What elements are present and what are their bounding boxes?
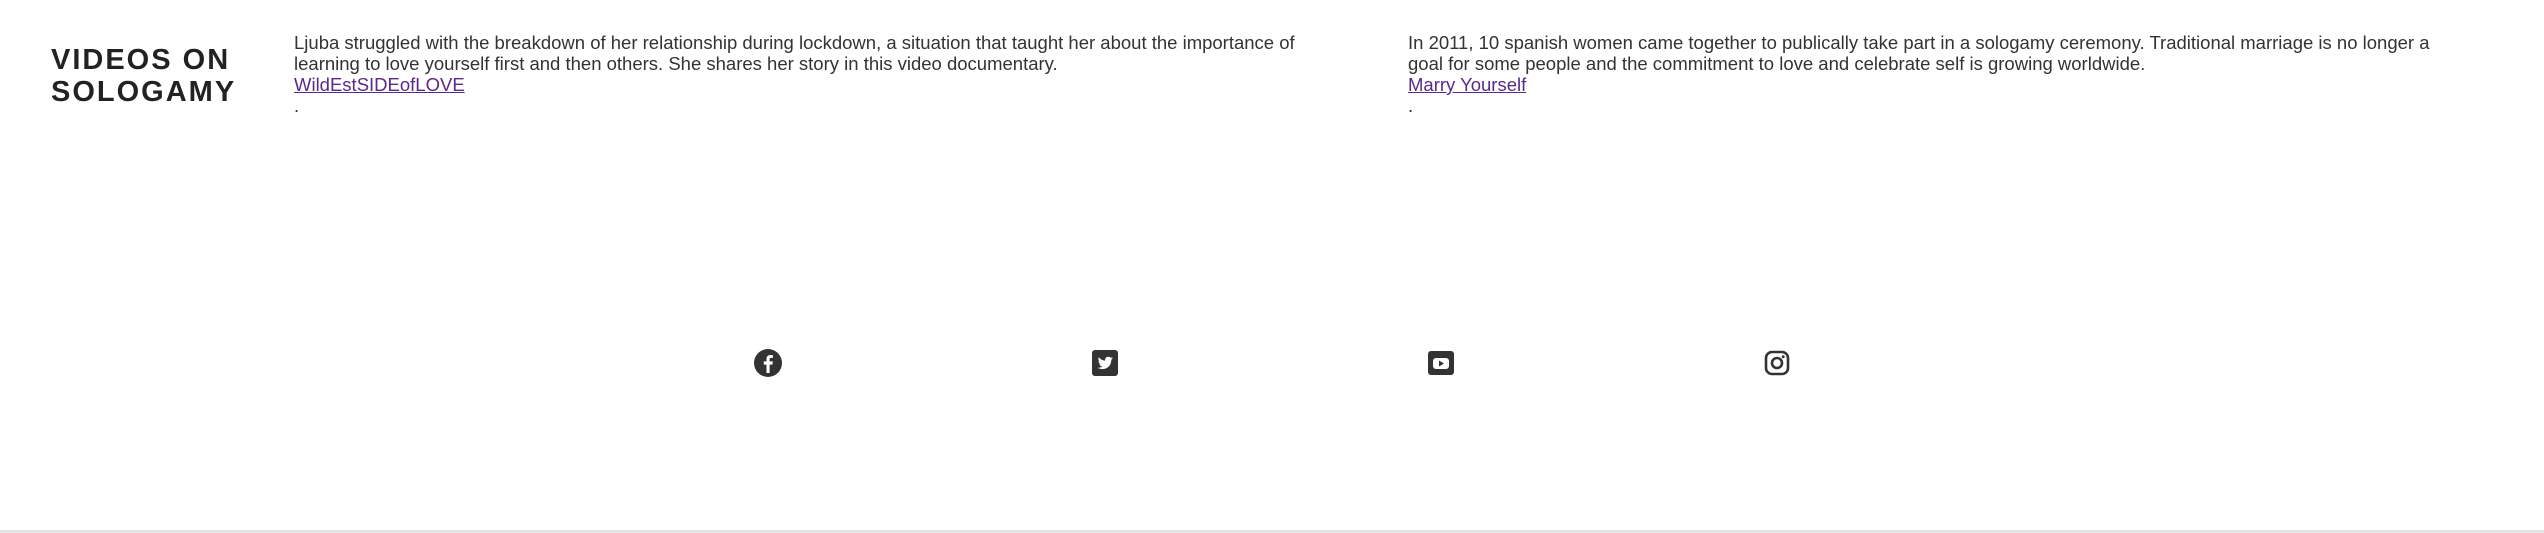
instagram-icon[interactable]	[1762, 348, 1792, 378]
video-link[interactable]: WildEstSIDEofLOVE	[294, 74, 465, 95]
video-link[interactable]: Marry Yourself	[1408, 74, 1526, 95]
page: VIDEOS ON SOLOGAMY Ljuba struggled with …	[0, 0, 2544, 533]
trailing-dot: .	[1408, 95, 1414, 116]
video-description: Ljuba struggled with the breakdown of he…	[294, 32, 1295, 74]
video-description: In 2011, 10 spanish women came together …	[1408, 32, 2430, 74]
video-entry-1: Ljuba struggled with the breakdown of he…	[294, 32, 1354, 116]
section-title-line-1: VIDEOS ON	[51, 44, 231, 76]
trailing-dot: .	[294, 95, 300, 116]
video-entry-2: In 2011, 10 spanish women came together …	[1408, 32, 2468, 116]
section-title-line-2: SOLOGAMY	[51, 76, 237, 108]
social-links	[0, 348, 2544, 378]
twitter-icon[interactable]	[1090, 348, 1120, 378]
section-title: VIDEOS ON SOLOGAMY	[51, 44, 271, 108]
youtube-icon[interactable]	[1426, 348, 1456, 378]
facebook-icon[interactable]	[753, 348, 783, 378]
